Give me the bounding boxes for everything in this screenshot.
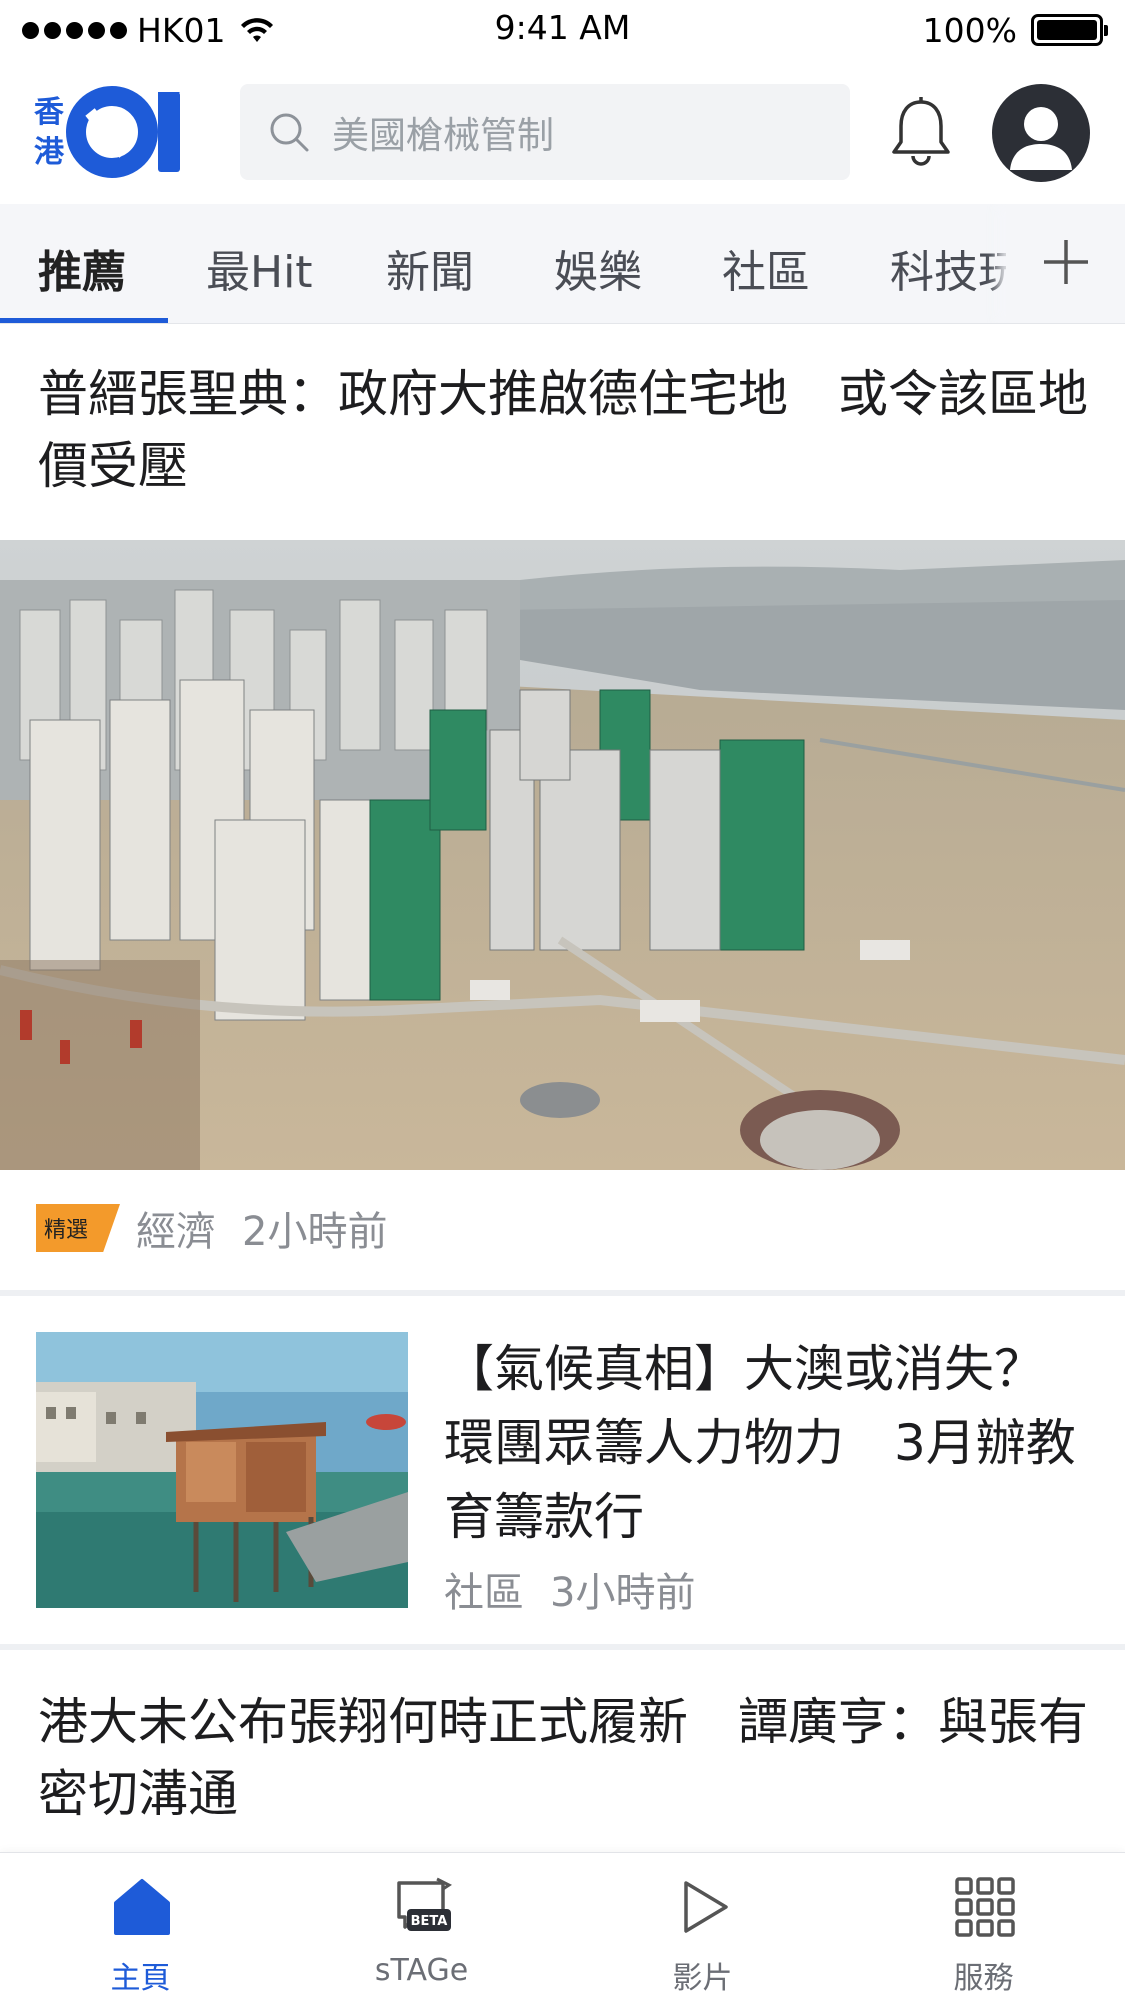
home-icon [114, 1879, 170, 1935]
grid-icon [955, 1877, 1015, 1937]
article-meta: 社區 3小時前 [444, 1560, 695, 1618]
nav-label: 主頁 [110, 1961, 171, 1996]
hk01-logo[interactable]: 香 港 [34, 82, 204, 182]
nav-services[interactable]: 服務 [843, 1853, 1124, 2001]
status-right: 100% [922, 10, 1108, 50]
bell-icon[interactable] [888, 96, 954, 168]
stilt-house-image [36, 1332, 408, 1608]
article-title[interactable]: 普縉張聖典：政府大推啟德住宅地 或令該區地價受壓 [38, 358, 1088, 502]
stage-icon: BETA [397, 1877, 452, 1931]
tab-recommended[interactable]: 推薦 [38, 236, 126, 300]
article-time: 3小時前 [550, 1570, 696, 1616]
tab-community[interactable]: 社區 [722, 236, 810, 300]
battery-icon [1031, 14, 1108, 46]
active-tab-indicator [0, 318, 168, 323]
search-placeholder: 美國槍械管制 [332, 114, 554, 157]
nav-home[interactable]: 主頁 [0, 1853, 281, 2001]
beta-tag: BETA [411, 1914, 448, 1929]
svg-text:香: 香 [34, 95, 64, 130]
svg-text:港: 港 [34, 135, 65, 170]
article-thumbnail[interactable] [36, 1332, 408, 1608]
article-meta: 精選 經濟 2小時前 [36, 1200, 387, 1256]
category-tabs: 推薦 最Hit 新聞 娛樂 社區 科技玩 [0, 204, 1125, 324]
nav-label: 影片 [672, 1961, 733, 1996]
featured-badge: 精選 [36, 1204, 120, 1252]
nav-label: sTAGe [374, 1953, 469, 1988]
add-tab-icon[interactable] [1040, 236, 1092, 288]
article-title[interactable]: 港大未公布張翔何時正式履新 譚廣亨：與張有密切溝通 [38, 1686, 1088, 1830]
tab-news[interactable]: 新聞 [386, 236, 474, 300]
article-hero-image[interactable] [0, 540, 1125, 1170]
nav-label: 服務 [953, 1961, 1014, 1996]
bottom-nav: 主頁 BETA sTAGe 影片 服務 [0, 1852, 1125, 2001]
tab-hot[interactable]: 最Hit [206, 236, 313, 300]
nav-video[interactable]: 影片 [562, 1853, 843, 2001]
article-divider [0, 1290, 1125, 1296]
article-category: 經濟 [136, 1209, 216, 1255]
user-avatar[interactable] [992, 84, 1090, 182]
aerial-city-image [0, 540, 1125, 1170]
article-title[interactable]: 【氣候真相】大澳或消失？環團眾籌人力物力 3月辦教育籌款行 [444, 1332, 1084, 1554]
article-category: 社區 [444, 1570, 524, 1616]
status-bar: HK01 9:41 AM 100% [0, 0, 1125, 60]
search-icon [270, 113, 309, 152]
article-divider [0, 1644, 1125, 1650]
app-header: 香 港 美國槍械管制 [0, 60, 1125, 204]
tab-entertainment[interactable]: 娛樂 [554, 236, 642, 300]
article-time: 2小時前 [242, 1209, 388, 1255]
play-icon [684, 1881, 728, 1933]
battery-percent: 100% [922, 10, 1017, 50]
tab-tech[interactable]: 科技玩 [890, 236, 1022, 300]
search-bar[interactable]: 美國槍械管制 [240, 84, 850, 180]
nav-stage[interactable]: BETA sTAGe [281, 1853, 562, 2001]
person-icon [1010, 107, 1072, 170]
